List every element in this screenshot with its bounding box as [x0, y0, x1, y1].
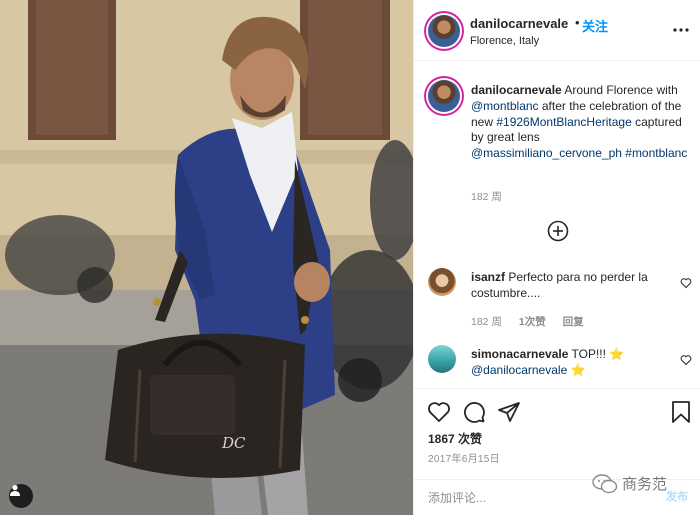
- plus-circle-icon: [547, 220, 569, 242]
- share-icon[interactable]: [497, 400, 521, 424]
- commenter-avatar[interactable]: [428, 268, 456, 296]
- bag-monogram: DC: [222, 434, 246, 452]
- comment-meta: 182 周 1次赞 回复: [471, 314, 598, 329]
- person-icon: [10, 485, 20, 496]
- caption-text: danilocarnevale Around Florence with @mo…: [471, 83, 691, 162]
- comment-age[interactable]: 182 周: [471, 316, 502, 328]
- bookmark-icon[interactable]: [669, 400, 693, 424]
- load-more-comments-button[interactable]: [547, 220, 569, 242]
- post-actions: 1867 次赞 2017年6月15日: [414, 388, 700, 515]
- comment-body: TOP!!!: [568, 347, 610, 361]
- post-header: danilocarnevale • 关注 Florence, Italy: [414, 0, 700, 61]
- more-options-icon[interactable]: [673, 21, 689, 39]
- star-emoji: ⭐: [609, 347, 625, 361]
- like-comment-heart-icon[interactable]: [680, 277, 692, 289]
- follow-button[interactable]: 关注: [582, 16, 608, 35]
- mention-link[interactable]: @montblanc: [471, 99, 539, 113]
- comment-input[interactable]: [428, 488, 588, 508]
- author-username[interactable]: danilocarnevale: [470, 16, 568, 31]
- reply-button[interactable]: 回复: [563, 316, 584, 328]
- comment-text: simonacarnevale TOP!!! ⭐ @danilocarneval…: [471, 347, 671, 379]
- caption-avatar[interactable]: [428, 80, 460, 112]
- comment-text: isanzf Perfecto para no perder la costum…: [471, 270, 671, 302]
- mention-link[interactable]: @danilocarnevale: [471, 363, 567, 377]
- caption-line1: Around Florence with: [561, 83, 678, 97]
- mention-link[interactable]: @massimiliano_cervone_ph: [471, 146, 622, 160]
- comment-icon[interactable]: [462, 400, 486, 424]
- wechat-icon: [592, 473, 618, 493]
- post-date[interactable]: 2017年6月15日: [428, 450, 500, 465]
- commenter-username[interactable]: simonacarnevale: [471, 347, 568, 361]
- caption-age[interactable]: 182 周: [471, 189, 502, 204]
- header-separator: •: [575, 15, 580, 30]
- post-photo[interactable]: DC: [0, 0, 413, 515]
- street-scene-image: [0, 0, 413, 515]
- author-avatar[interactable]: [428, 15, 460, 47]
- caption-username[interactable]: danilocarnevale: [471, 83, 562, 97]
- likes-count[interactable]: 1867 次赞: [428, 430, 482, 447]
- star-emoji: ⭐: [570, 362, 586, 377]
- commenter-username[interactable]: isanzf: [471, 270, 505, 284]
- comment-likes[interactable]: 1次赞: [519, 316, 546, 328]
- heart-icon[interactable]: [427, 400, 451, 424]
- commenter-avatar[interactable]: [428, 345, 456, 373]
- post-side-panel: danilocarnevale • 关注 Florence, Italy dan…: [413, 0, 700, 515]
- like-comment-heart-icon[interactable]: [680, 354, 692, 366]
- hashtag-link[interactable]: #montblanc: [625, 146, 687, 160]
- watermark: 商务范: [592, 473, 667, 494]
- watermark-text: 商务范: [622, 475, 668, 493]
- hashtag-link[interactable]: #1926MontBlancHeritage: [496, 115, 631, 129]
- post-comment-button[interactable]: 发布: [666, 488, 688, 504]
- tagged-users-button[interactable]: [9, 484, 33, 508]
- location-link[interactable]: Florence, Italy: [470, 35, 539, 47]
